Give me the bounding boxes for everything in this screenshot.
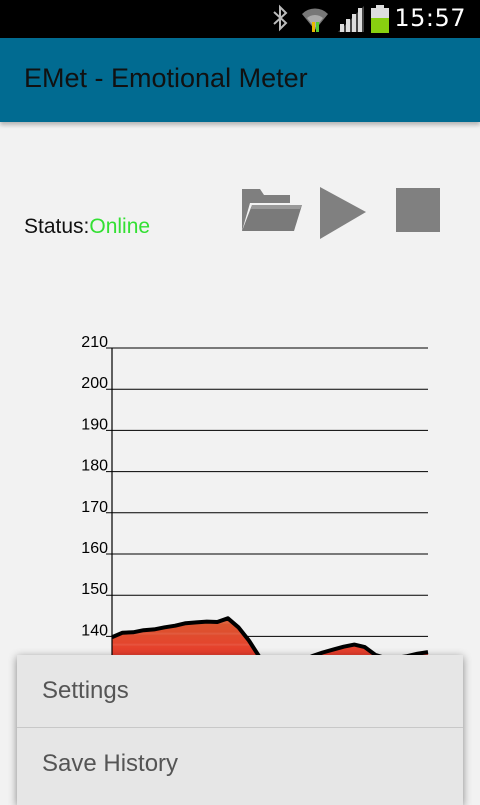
emotion-chart: 210200190180170160150140130 [81, 334, 429, 670]
action-bar: EMet - Emotional Meter [0, 38, 480, 122]
wifi-icon [302, 8, 328, 32]
y-tick-label: 140 [81, 622, 108, 639]
y-tick-label: 170 [81, 499, 108, 516]
app-title: EMet - Emotional Meter [24, 63, 308, 93]
chart-grid [106, 347, 428, 637]
status-value: Online [89, 215, 151, 238]
y-tick-labels: 210200190180170160150140130 [81, 334, 108, 670]
clock: 15:57 [394, 4, 466, 32]
status-bar: 15:57 [0, 0, 480, 38]
menu-item-save-history[interactable]: Save History [17, 728, 463, 800]
signal-icon [338, 6, 364, 32]
status-label: Status: [24, 215, 90, 238]
y-tick-label: 160 [81, 540, 108, 557]
y-tick-label: 190 [81, 416, 108, 433]
bluetooth-icon [273, 4, 288, 32]
stop-icon[interactable] [395, 185, 441, 235]
connection-status: Status:Online [24, 215, 150, 239]
options-menu: Settings Save History [17, 655, 463, 805]
battery-icon [371, 5, 389, 33]
y-tick-label: 180 [81, 458, 108, 475]
folder-open-icon[interactable] [240, 185, 304, 237]
y-tick-label: 210 [81, 334, 108, 351]
y-tick-label: 200 [81, 375, 108, 392]
menu-item-settings[interactable]: Settings [17, 655, 463, 727]
play-icon[interactable] [318, 185, 368, 241]
y-tick-label: 150 [81, 581, 108, 598]
